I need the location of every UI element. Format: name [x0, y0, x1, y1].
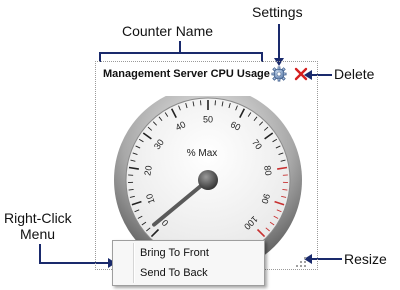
- callout-settings: Settings: [252, 4, 303, 20]
- context-menu: Bring To Front Send To Back: [112, 240, 265, 286]
- callout-resize: Resize: [344, 251, 387, 267]
- menu-item-send-to-back[interactable]: Send To Back: [115, 263, 262, 283]
- gauge-minor-tick: [128, 188, 134, 191]
- menu-item-bring-to-front[interactable]: Bring To Front: [115, 243, 262, 263]
- resize-handle[interactable]: [295, 255, 307, 267]
- gauge-tick-label: 50: [203, 114, 213, 124]
- gauge-minor-tick: [282, 188, 288, 191]
- gear-icon: [271, 66, 287, 82]
- gauge-hub: [198, 170, 218, 190]
- gauge-tick-label: 80: [262, 165, 273, 176]
- callout-counter-name: Counter Name: [122, 23, 214, 39]
- close-icon: [294, 67, 308, 81]
- gauge-tick-label: 20: [142, 165, 153, 176]
- callout-right-click-line2: Menu: [20, 226, 56, 242]
- callout-right-click-line1: Right-Click: [4, 210, 72, 226]
- resize-grip-icon: [296, 257, 306, 267]
- counter-name-title: Management Server CPU Usage: [103, 68, 270, 80]
- callout-delete: Delete: [334, 66, 375, 82]
- settings-button[interactable]: [271, 66, 287, 82]
- gauge: 010203040 50 60708090100 % Max: [114, 96, 302, 256]
- delete-button[interactable]: [293, 66, 309, 82]
- gauge-unit-label: % Max: [187, 148, 218, 159]
